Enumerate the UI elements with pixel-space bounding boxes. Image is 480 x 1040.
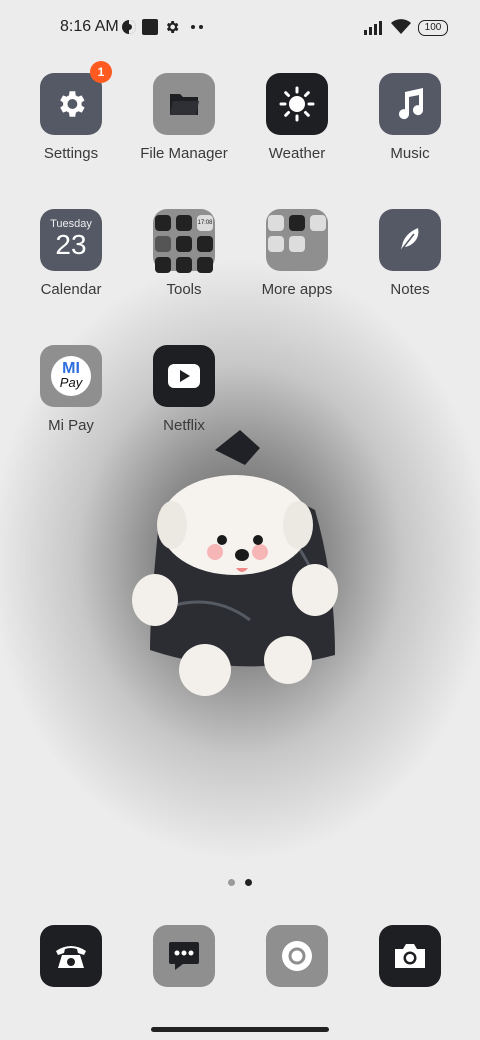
home-gesture-bar[interactable]: [151, 1027, 329, 1032]
app-file-manager[interactable]: File Manager: [128, 73, 240, 162]
app-tools-folder[interactable]: 17:08 Tools: [128, 209, 240, 298]
app-label: Settings: [43, 145, 99, 162]
signal-icon: [364, 21, 382, 35]
store-mini-icon: [268, 215, 284, 231]
recorder-mini-icon: [155, 236, 171, 252]
netflix-tile[interactable]: [153, 345, 215, 407]
feather-icon: [398, 228, 419, 254]
gear-icon: [166, 21, 179, 33]
phone-icon: [56, 946, 86, 968]
calculator-mini-icon: [176, 215, 192, 231]
linkedin-mini-icon: [268, 236, 284, 252]
app-settings[interactable]: 1 Settings: [15, 61, 127, 162]
app-netflix[interactable]: Netflix: [128, 345, 240, 434]
vpn-icon: [122, 20, 136, 34]
play-icon: [168, 364, 200, 388]
app-label: Tools: [166, 281, 202, 298]
app-label: File Manager: [140, 145, 228, 162]
mi-pay-logo-top: MI: [62, 360, 80, 377]
mi-pay-logo-bottom: Pay: [59, 375, 83, 390]
dock-messages[interactable]: [153, 925, 215, 987]
message-icon: [169, 942, 199, 970]
more-dots-icon: [191, 25, 203, 29]
facebook-mini-icon: [289, 215, 305, 231]
app-notes[interactable]: Notes: [354, 209, 466, 298]
contacts-mini-icon: [155, 215, 171, 231]
cleaner-mini-icon: [197, 257, 213, 273]
game-mini-icon: [289, 236, 305, 252]
status-bar: 8:16 AM 100: [0, 0, 480, 56]
sun-icon: [279, 86, 315, 122]
mi-pay-tile[interactable]: MI Pay: [40, 345, 102, 407]
app-more-apps-folder[interactable]: More apps: [241, 209, 353, 298]
app-label: Notes: [390, 281, 430, 298]
tools-folder-tile[interactable]: 17:08: [153, 209, 215, 273]
app-label: Music: [390, 145, 430, 162]
browser-icon: [282, 941, 312, 971]
app-music[interactable]: Music: [354, 73, 466, 162]
more-apps-folder-tile[interactable]: [266, 209, 328, 271]
square-icon: [142, 19, 158, 35]
link-mini-icon: [176, 257, 192, 273]
app-label: More apps: [261, 281, 333, 298]
calendar-date: 23: [55, 229, 87, 260]
notification-badge: 1: [90, 61, 112, 83]
page-dot: [228, 879, 235, 886]
page-dot-active: [245, 879, 252, 886]
weather-tile[interactable]: [266, 73, 328, 135]
dock-browser[interactable]: [266, 925, 328, 987]
app-weather[interactable]: Weather: [241, 73, 353, 162]
dock-camera[interactable]: [379, 925, 441, 987]
chat-mini-icon: [310, 215, 326, 231]
file-manager-tile[interactable]: [153, 73, 215, 135]
app-label: Calendar: [40, 281, 102, 298]
settings-tile[interactable]: 1: [40, 61, 112, 135]
scanner-mini-icon: [155, 257, 171, 273]
app-mi-pay[interactable]: MI Pay Mi Pay: [15, 345, 127, 434]
music-note-icon: [399, 88, 424, 120]
dock-phone[interactable]: [40, 925, 102, 987]
video-mini-icon: [197, 236, 213, 252]
app-label: Netflix: [163, 417, 205, 434]
folder-icon: [170, 94, 199, 115]
gear-icon: [60, 91, 85, 117]
wifi-icon: [391, 19, 411, 34]
clock-mini-icon: 17:08: [197, 215, 213, 231]
app-label: Mi Pay: [48, 417, 94, 434]
notes-tile[interactable]: [379, 209, 441, 271]
calendar-tile[interactable]: Tuesday 23: [40, 209, 102, 271]
status-time: 8:16 AM: [60, 18, 119, 35]
music-tile[interactable]: [379, 73, 441, 135]
app-label: Weather: [268, 145, 326, 162]
mi-pay-icon: MI Pay: [51, 356, 91, 396]
battery-icon: 100: [418, 20, 448, 36]
wallpaper-puppy-image: [132, 430, 338, 696]
mail-mini-icon: [176, 236, 192, 252]
app-calendar[interactable]: Tuesday 23 Calendar: [15, 209, 127, 298]
camera-icon: [395, 944, 425, 968]
